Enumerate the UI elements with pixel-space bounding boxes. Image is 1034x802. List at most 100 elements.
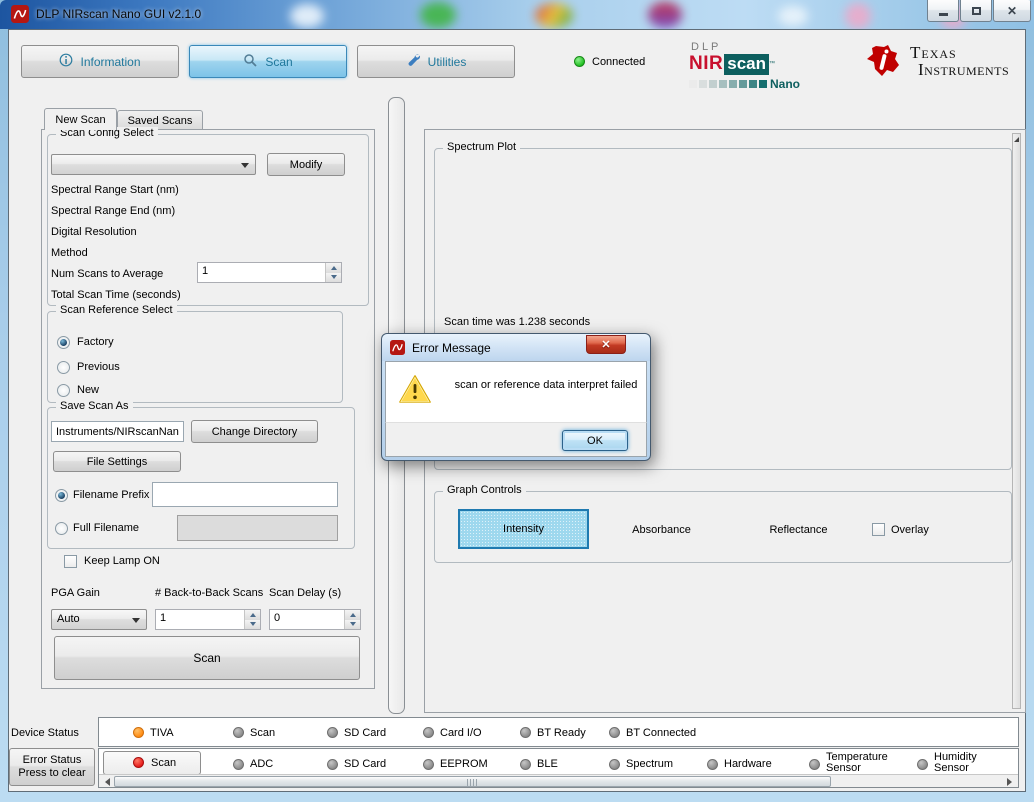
scan-delay-spinbox[interactable]: 0 (269, 609, 361, 630)
modify-button[interactable]: Modify (267, 153, 345, 176)
scroll-left-arrow[interactable] (99, 776, 112, 787)
new-radio[interactable] (57, 384, 70, 397)
right-panel-scrollbar[interactable] (1012, 133, 1021, 709)
error-scan-label: Scan (151, 757, 177, 769)
window-titlebar[interactable]: DLP NIRscan Nano GUI v2.1.0 ✕ (0, 0, 1034, 29)
error-hardware-indicator (707, 759, 718, 770)
back-to-back-spinbox[interactable]: 1 (155, 609, 261, 630)
dialog-close-button[interactable]: ✕ (586, 335, 626, 354)
directory-field[interactable] (51, 421, 184, 442)
previous-label: Previous (77, 361, 120, 373)
num-scans-spinbox[interactable]: 1 (197, 262, 342, 283)
spin-arrows[interactable] (344, 610, 360, 629)
scan-delay-value: 0 (274, 612, 281, 624)
device-scan-indicator (233, 727, 244, 738)
factory-label: Factory (77, 336, 114, 348)
tab-information[interactable]: Information (21, 45, 179, 78)
previous-radio[interactable] (57, 361, 70, 374)
connected-indicator (574, 56, 585, 67)
directory-input[interactable] (56, 424, 179, 439)
error-spectrum-indicator (609, 759, 620, 770)
digital-resolution-label: Digital Resolution (51, 226, 137, 238)
device-btready-label: BT Ready (537, 727, 586, 739)
logo-tm: ™ (768, 61, 775, 67)
tab-new-scan[interactable]: New Scan (44, 108, 117, 130)
reflectance-button[interactable]: Reflectance (741, 524, 856, 536)
minimize-button[interactable] (927, 0, 959, 22)
desktop-blob (420, 2, 456, 28)
device-sdcard-indicator (327, 727, 338, 738)
spin-arrows[interactable] (325, 263, 341, 282)
close-x-glyph: ✕ (601, 339, 611, 351)
keep-lamp-checkbox[interactable] (64, 555, 77, 568)
error-dialog: Error Message ✕ scan or reference data i… (381, 333, 651, 461)
device-tiva-indicator (133, 727, 144, 738)
filename-prefix-radio[interactable] (55, 489, 68, 502)
desktop-blob (845, 3, 871, 29)
error-adc-label: ADC (250, 758, 274, 770)
full-filename-input (182, 518, 333, 538)
ti-line1: Texas (910, 43, 957, 62)
error-hardware-label: Hardware (724, 758, 772, 770)
error-dialog-titlebar[interactable]: Error Message ✕ (382, 334, 650, 361)
spectral-range-end-label: Spectral Range End (nm) (51, 205, 176, 217)
error-dialog-body: scan or reference data interpret failed (385, 361, 647, 424)
file-settings-button[interactable]: File Settings (53, 451, 181, 472)
back-to-back-label: # Back-to-Back Scans (155, 587, 264, 599)
change-directory-button[interactable]: Change Directory (191, 420, 318, 443)
full-filename-field (177, 515, 338, 541)
file-settings-label: File Settings (86, 455, 148, 468)
error-sdcard-indicator (327, 759, 338, 770)
ok-button[interactable]: OK (562, 430, 628, 451)
error-eeprom-indicator (423, 759, 434, 770)
tab-saved-scans-label: Saved Scans (127, 114, 193, 127)
chevron-down-icon (241, 162, 249, 172)
intensity-button[interactable]: Intensity (458, 509, 589, 549)
device-btconnected-label: BT Connected (626, 727, 697, 739)
scrollbar-thumb[interactable] (114, 776, 831, 787)
tab-information-label: Information (80, 54, 141, 69)
full-filename-radio[interactable] (55, 522, 68, 535)
error-dialog-title: Error Message (412, 340, 491, 355)
scan-button[interactable]: Scan (54, 636, 360, 680)
error-status-label-2: Press to clear (18, 767, 86, 779)
overlay-label: Overlay (891, 524, 929, 536)
filename-prefix-input[interactable] (157, 485, 333, 504)
tab-utilities[interactable]: Utilities (357, 45, 515, 78)
error-adc-indicator (233, 759, 244, 770)
device-status-label: Device Status (11, 727, 79, 739)
intensity-button-label: Intensity (503, 523, 544, 535)
horizontal-scrollbar[interactable] (99, 774, 1018, 787)
pga-gain-combo[interactable]: Auto (51, 609, 147, 630)
spin-arrows[interactable] (244, 610, 260, 629)
device-btconnected-indicator (609, 727, 620, 738)
window-title: DLP NIRscan Nano GUI v2.1.0 (36, 7, 202, 21)
error-scan-indicator (133, 757, 144, 768)
wrench-icon (406, 53, 421, 71)
change-directory-label: Change Directory (211, 425, 298, 438)
scroll-right-arrow[interactable] (1005, 776, 1018, 787)
new-label: New (77, 384, 100, 396)
ti-bug-icon (864, 44, 904, 85)
tab-scan[interactable]: Scan (189, 45, 347, 78)
error-status-clear-button[interactable]: Error Status Press to clear (9, 748, 95, 786)
scan-time-text: Scan time was 1.238 seconds (444, 316, 591, 328)
num-scans-label: Num Scans to Average (51, 268, 164, 280)
absorbance-button[interactable]: Absorbance (604, 524, 719, 536)
error-dialog-footer: OK (385, 422, 647, 457)
error-spectrum-label: Spectrum (626, 758, 674, 770)
graph-controls-legend: Graph Controls (443, 484, 526, 496)
total-scan-time-label: Total Scan Time (seconds) (51, 289, 181, 301)
filename-prefix-field[interactable] (152, 482, 338, 507)
close-button[interactable]: ✕ (993, 0, 1031, 22)
pga-gain-value: Auto (57, 613, 80, 625)
spectrum-plot-legend: Spectrum Plot (443, 141, 521, 153)
overlay-checkbox[interactable] (872, 523, 885, 536)
desktop-blob (648, 2, 682, 28)
scan-config-combo[interactable] (51, 154, 256, 175)
reflectance-label: Reflectance (769, 524, 828, 536)
maximize-button[interactable] (960, 0, 992, 22)
warning-icon (398, 374, 432, 408)
logo-squares: Nano (689, 77, 814, 91)
factory-radio[interactable] (57, 336, 70, 349)
